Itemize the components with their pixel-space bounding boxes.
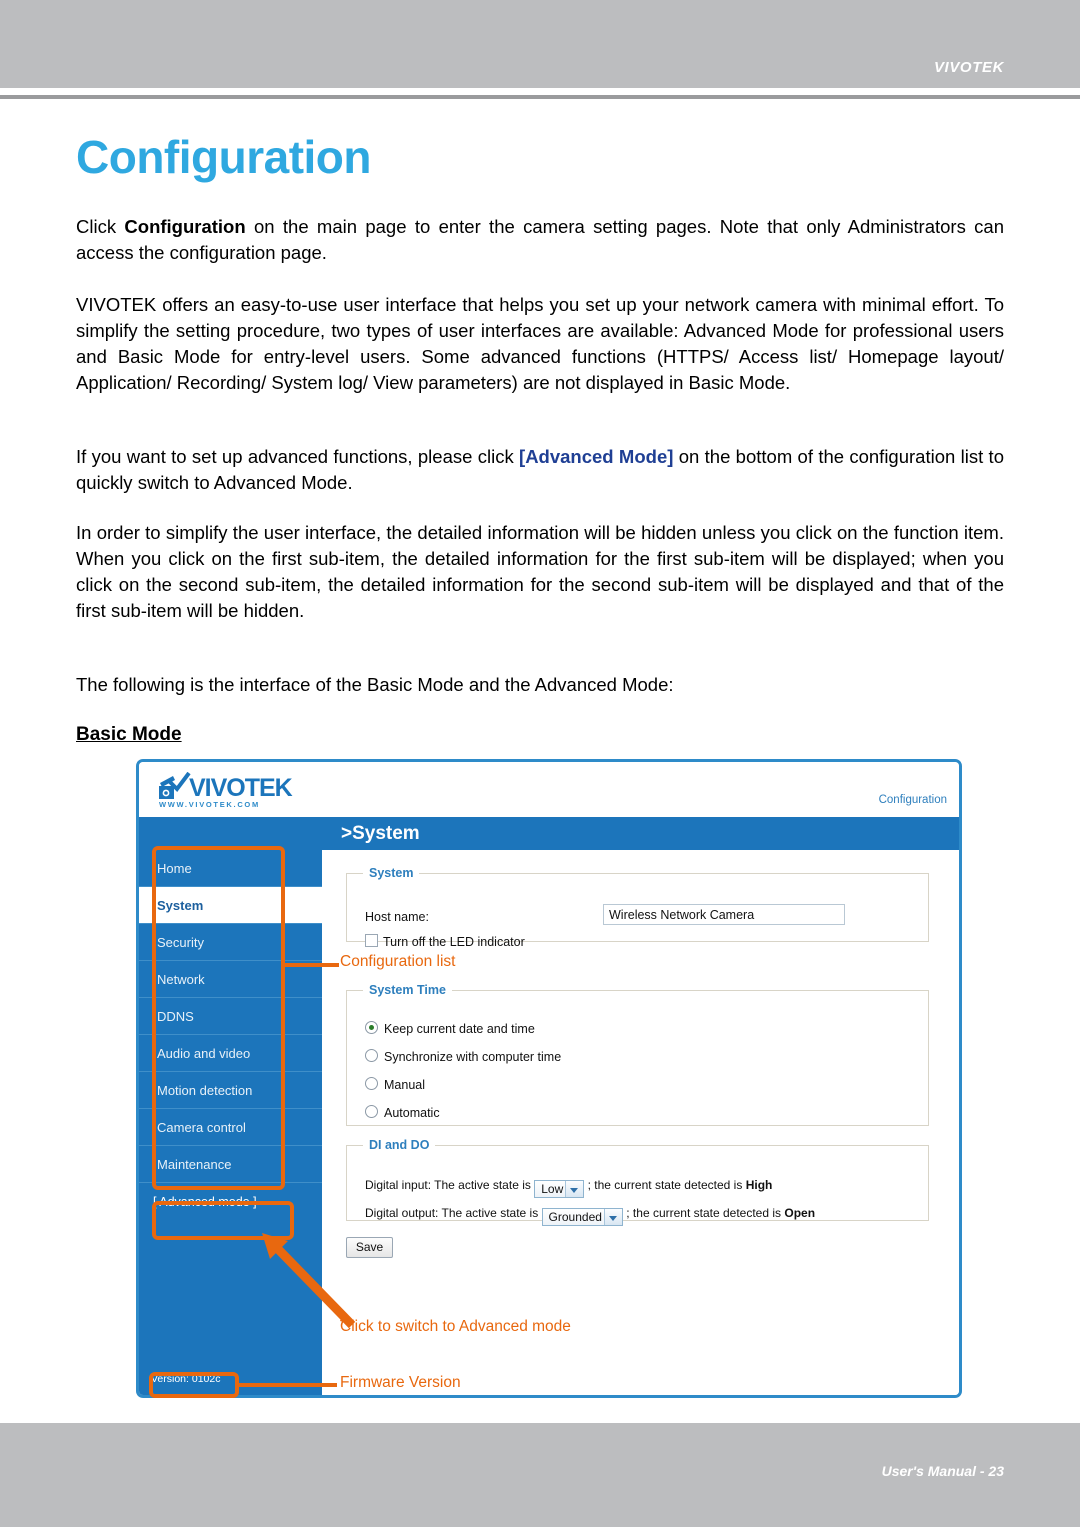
paragraph-subitems: In order to simplify the user interface,… — [76, 522, 1004, 621]
annotation-leader-firmware-version — [237, 1383, 337, 1387]
radio-icon[interactable] — [365, 1105, 378, 1118]
logo-url: WWW.VIVOTEK.COM — [159, 800, 260, 809]
paragraph-following: The following is the interface of the Ba… — [76, 674, 674, 695]
annotation-box-configuration-list — [152, 846, 285, 1190]
page-title: Configuration — [76, 131, 372, 183]
header-brand: VIVOTEK — [933, 59, 1004, 76]
digital-input-state: High — [745, 1178, 773, 1192]
annotation-firmware-version: Firmware Version — [340, 1374, 461, 1391]
p1-bold-configuration: Configuration — [124, 216, 246, 237]
radio-label: Synchronize with computer time — [384, 1050, 562, 1064]
p1-part-a: Click — [76, 216, 125, 237]
digital-output-suffix: ; the current state detected is — [626, 1206, 782, 1220]
checkbox-icon[interactable] — [365, 934, 378, 947]
vivotek-logo: VIVOTEK WWW.VIVOTEK.COM — [157, 772, 317, 812]
p3-part-a: If you want to set up advanced functions… — [76, 446, 520, 467]
advanced-mode-link[interactable]: [Advanced Mode] — [519, 446, 673, 467]
screenshot-logo-bar: VIVOTEK WWW.VIVOTEK.COM Configuration — [139, 762, 959, 817]
current-section-title: >System — [341, 823, 420, 844]
header-divider — [0, 95, 1080, 99]
led-indicator-row[interactable]: Turn off the LED indicator — [365, 934, 525, 949]
page-footer: User's Manual - 23 — [0, 1423, 1080, 1527]
radio-icon[interactable] — [365, 1077, 378, 1090]
system-fieldset: System Host name: Wireless Network Camer… — [346, 866, 929, 949]
host-name-label: Host name: — [365, 910, 429, 924]
paragraph-overview: VIVOTEK offers an easy-to-use user inter… — [76, 294, 1004, 393]
digital-output-select[interactable]: Grounded — [541, 1208, 623, 1226]
digital-input-suffix: ; the current state detected is — [587, 1178, 743, 1192]
radio-keep-current-date-and-time[interactable]: Keep current date and time — [365, 1021, 535, 1036]
logo-wordmark: VIVOTEK — [189, 774, 293, 802]
system-time-fieldset: System Time Keep current date and time S… — [346, 983, 929, 1126]
digital-input-select-value: Low — [541, 1182, 564, 1196]
paragraph-advanced: If you want to set up advanced functions… — [76, 444, 1004, 496]
radio-icon[interactable] — [365, 1049, 378, 1062]
basic-mode-heading: Basic Mode — [76, 724, 182, 745]
di-and-do-fieldset: DI and DO Digital input: The active stat… — [346, 1138, 929, 1226]
digital-output-prefix: Digital output: The active state is — [365, 1206, 539, 1220]
digital-input-prefix: Digital input: The active state is — [365, 1178, 531, 1192]
annotation-leader-configuration-list — [283, 963, 339, 967]
footer-note: User's Manual - 23 — [881, 1463, 1004, 1479]
digital-output-select-value: Grounded — [548, 1210, 602, 1224]
digital-output-state: Open — [784, 1206, 816, 1220]
system-time-legend: System Time — [369, 983, 446, 997]
page-header: VIVOTEK — [0, 0, 1080, 88]
annotation-configuration-list: Configuration list — [340, 953, 456, 970]
paragraph-intro: Click Configuration on the main page to … — [76, 214, 1004, 266]
radio-selected-icon[interactable] — [365, 1021, 378, 1034]
led-indicator-label: Turn off the LED indicator — [383, 935, 525, 949]
system-fieldset-legend: System — [369, 866, 414, 880]
annotation-click-to-switch: Click to switch to Advanced mode — [340, 1318, 571, 1335]
radio-automatic[interactable]: Automatic — [365, 1105, 440, 1120]
radio-label: Manual — [384, 1078, 425, 1092]
digital-input-select[interactable]: Low — [534, 1180, 585, 1198]
radio-synchronize-with-computer-time[interactable]: Synchronize with computer time — [365, 1049, 561, 1064]
digital-output-row: Digital output: The active state is Grou… — [365, 1206, 815, 1226]
annotation-box-firmware-version — [149, 1372, 239, 1398]
host-name-input[interactable]: Wireless Network Camera — [603, 904, 845, 925]
radio-label: Keep current date and time — [384, 1022, 535, 1036]
di-and-do-legend: DI and DO — [369, 1138, 430, 1152]
radio-label: Automatic — [384, 1106, 440, 1120]
digital-input-row: Digital input: The active state is Low ;… — [365, 1178, 772, 1198]
configuration-link[interactable]: Configuration — [879, 794, 947, 806]
screenshot-content-pane: System Host name: Wireless Network Camer… — [322, 850, 959, 1395]
radio-manual[interactable]: Manual — [365, 1077, 425, 1092]
